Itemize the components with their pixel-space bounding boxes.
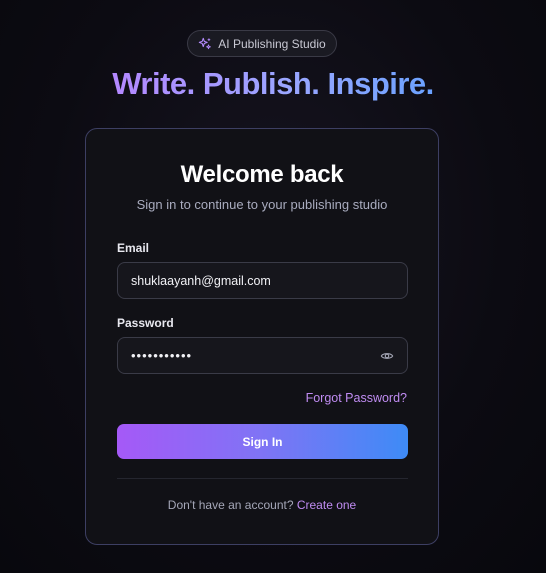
card-title: Welcome back xyxy=(180,161,344,188)
eye-icon[interactable] xyxy=(380,349,394,363)
email-label: Email xyxy=(117,241,150,255)
divider xyxy=(117,478,408,479)
signin-card: Welcome back Sign in to continue to your… xyxy=(85,128,439,545)
forgot-password-link[interactable]: Forgot Password? xyxy=(306,391,407,405)
studio-badge: AI Publishing Studio xyxy=(187,30,337,57)
signin-button[interactable]: Sign In xyxy=(117,424,408,459)
card-subtitle: Sign in to continue to your publishing s… xyxy=(136,197,388,212)
create-account-link[interactable]: Create one xyxy=(297,498,356,512)
email-value: shuklaayanh@gmail.com xyxy=(131,273,271,288)
password-value: ••••••••••• xyxy=(131,348,193,363)
sparkles-icon xyxy=(198,37,212,51)
password-label: Password xyxy=(117,316,174,330)
headline: Write. Publish. Inspire. xyxy=(0,66,546,102)
badge-label: AI Publishing Studio xyxy=(218,36,326,51)
password-field[interactable]: ••••••••••• xyxy=(117,337,408,374)
headline-text: Write. Publish. Inspire. xyxy=(112,66,434,101)
signup-prompt-text: Don't have an account? xyxy=(167,498,294,512)
email-field[interactable]: shuklaayanh@gmail.com xyxy=(117,262,408,299)
signup-prompt: Don't have an account? Create one xyxy=(86,498,438,512)
